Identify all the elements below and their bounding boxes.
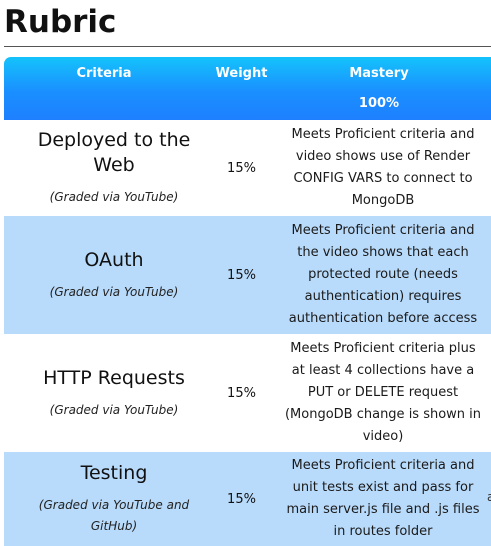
table-header: Criteria Weight Mastery 100% [4, 57, 491, 120]
criteria-note: (Graded via YouTube) [49, 402, 179, 417]
weight-cell: 15% [227, 385, 256, 401]
mastery-cell: Meets Proficient criteria plus at least … [283, 334, 483, 452]
rubric-table: Criteria Weight Mastery 100% Deployed to… [4, 57, 491, 546]
table-row: Testing (Graded via YouTube and GitHub) … [4, 452, 491, 546]
mastery-text: Meets Proficient criteria plus at least … [284, 341, 482, 444]
criteria-cell: Testing (Graded via YouTube and GitHub) [4, 452, 224, 546]
clipped-text-fragment: a [487, 490, 491, 504]
criteria-cell: HTTP Requests (Graded via YouTube) [4, 334, 224, 452]
criteria-note: (Graded via YouTube) [49, 190, 179, 204]
mastery-text: Meets Proficient criteria and unit tests… [286, 458, 480, 539]
mastery-cell: Meets Proficient criteria and video show… [283, 120, 483, 216]
weight-cell: 15% [227, 160, 256, 176]
mastery-text: Meets Proficient criteria and the video … [288, 223, 478, 326]
header-mastery: Mastery [349, 66, 409, 81]
mastery-text: Meets Proficient criteria and video show… [291, 127, 475, 208]
criteria-cell: OAuth (Graded via YouTube) [4, 216, 224, 334]
title-divider [4, 46, 491, 47]
criteria-note: (Graded via YouTube and GitHub) [38, 498, 190, 533]
mastery-cell: Meets Proficient criteria and the video … [283, 216, 483, 334]
header-criteria: Criteria [76, 66, 132, 81]
table-row: Deployed to the Web (Graded via YouTube)… [4, 120, 491, 216]
criteria-name: HTTP Requests [43, 366, 185, 389]
criteria-name: Testing [80, 462, 148, 484]
header-mastery-percent: 100% [358, 96, 400, 111]
rubric-page: Rubric Criteria Weight Mastery 100% Depl… [0, 0, 491, 546]
criteria-name: OAuth [84, 248, 144, 271]
page-title: Rubric [4, 4, 117, 40]
criteria-name: Deployed to the Web [37, 129, 191, 176]
criteria-note: (Graded via YouTube) [49, 284, 179, 299]
mastery-cell: Meets Proficient criteria and unit tests… [283, 452, 483, 546]
header-weight: Weight [215, 66, 268, 81]
table-row: HTTP Requests (Graded via YouTube) 15% M… [4, 334, 491, 452]
criteria-cell: Deployed to the Web (Graded via YouTube) [4, 120, 224, 216]
table-row: OAuth (Graded via YouTube) 15% Meets Pro… [4, 216, 491, 334]
weight-cell: 15% [227, 491, 256, 507]
weight-cell: 15% [227, 267, 256, 283]
